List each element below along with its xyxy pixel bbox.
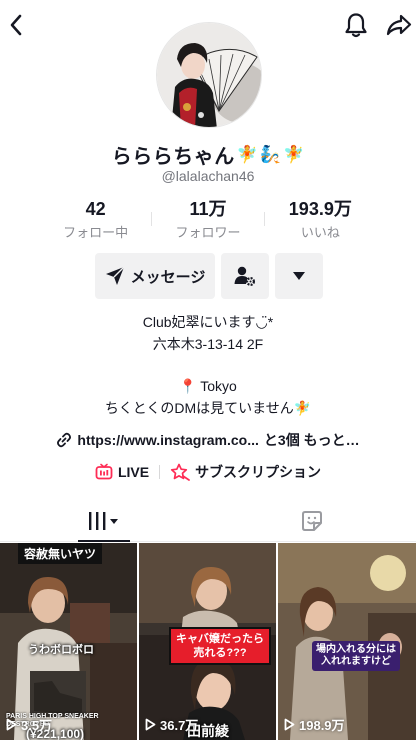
video-caption: キャバ嬢だったら 売れる??? bbox=[169, 627, 271, 665]
notification-bell-button[interactable] bbox=[340, 9, 372, 41]
following-label: フォロー中 bbox=[63, 225, 129, 240]
video-grid: 容赦無いヤツ うわボロボロ PARIS HIGH TOP SNEAKER DES… bbox=[0, 543, 416, 740]
fairy-emoji: 🧚 bbox=[283, 144, 305, 164]
username: @lalalachan46 bbox=[161, 168, 255, 184]
message-button-label: メッセージ bbox=[130, 268, 206, 286]
link-icon bbox=[57, 432, 72, 448]
more-options-button[interactable] bbox=[275, 253, 323, 299]
bio-location-line: 📍 Tokyo bbox=[0, 376, 416, 398]
tab-reposts[interactable] bbox=[208, 500, 416, 541]
bio-location: Tokyo bbox=[200, 378, 237, 394]
likes-label: いいね bbox=[300, 225, 340, 240]
play-icon bbox=[145, 718, 156, 731]
fairy-emoji: 🧚 bbox=[236, 144, 258, 164]
video-caption: 容赦無いヤツ bbox=[18, 543, 103, 564]
followers-stat[interactable]: 11万 フォロワー bbox=[152, 198, 263, 240]
bio-line: ちくとくのDMは見ていません🧚 bbox=[104, 400, 312, 416]
play-icon bbox=[6, 718, 17, 731]
sticker-icon bbox=[302, 510, 322, 531]
share-button[interactable] bbox=[383, 9, 415, 41]
live-label: LIVE bbox=[117, 464, 150, 480]
bell-icon bbox=[345, 13, 367, 38]
subscription-button[interactable]: サブスクリプション bbox=[170, 462, 321, 482]
following-count: 42 bbox=[85, 199, 106, 219]
bio-line: Club妃翠にいます◡̈* bbox=[142, 314, 274, 330]
user-gear-icon bbox=[234, 266, 256, 287]
caret-down-icon bbox=[293, 272, 305, 280]
followers-count: 11万 bbox=[189, 199, 227, 219]
view-count-value: 3.5万 bbox=[21, 718, 53, 733]
back-button[interactable] bbox=[2, 10, 30, 40]
chevron-left-icon bbox=[10, 14, 22, 36]
share-arrow-icon bbox=[386, 14, 412, 36]
live-tv-icon bbox=[95, 463, 113, 480]
following-stat[interactable]: 42 フォロー中 bbox=[40, 198, 151, 240]
video-thumbnail[interactable]: 容赦無いヤツ うわボロボロ PARIS HIGH TOP SNEAKER DES… bbox=[0, 543, 137, 740]
view-count-value: 36.7万 bbox=[160, 718, 199, 733]
profile-stats: 42 フォロー中 11万 フォロワー 193.9万 いいね bbox=[40, 198, 376, 240]
profile-link[interactable]: https://www.instagram.co... と3個 もっと… bbox=[0, 430, 416, 450]
star-subscription-icon bbox=[170, 463, 190, 481]
likes-count: 193.9万 bbox=[288, 199, 352, 219]
subscription-label: サブスクリプション bbox=[195, 464, 322, 480]
link-url: https://www.instagram.co... bbox=[77, 432, 259, 448]
display-name-row: らららちゃん 🧚 🧞 🧚 bbox=[0, 140, 416, 169]
view-count: 198.9万 bbox=[284, 715, 345, 734]
bio-line: 六本木3-13-14 2F bbox=[152, 336, 264, 352]
view-count-value: 198.9万 bbox=[299, 718, 345, 733]
content-tabs bbox=[0, 500, 416, 542]
video-grid-icon bbox=[89, 511, 118, 530]
followers-label: フォロワー bbox=[175, 225, 241, 240]
map-pin-icon: 📍 bbox=[179, 378, 197, 394]
tab-videos[interactable] bbox=[0, 500, 208, 542]
feature-row: LIVE サブスクリプション bbox=[0, 462, 416, 482]
profile-actions: メッセージ bbox=[95, 253, 323, 299]
video-thumbnail[interactable]: キャバ嬢だったら 売れる??? 田前綾 36.7万 bbox=[139, 543, 276, 740]
live-button[interactable]: LIVE bbox=[95, 463, 149, 481]
active-tab-indicator bbox=[78, 540, 130, 542]
view-count: 36.7万 bbox=[145, 715, 198, 734]
view-count: 3.5万 bbox=[6, 715, 52, 734]
profile-avatar[interactable] bbox=[156, 22, 262, 128]
link-more[interactable]: と3個 もっと… bbox=[264, 430, 360, 450]
video-caption: うわボロボロ bbox=[28, 644, 94, 656]
feature-divider bbox=[159, 465, 161, 479]
message-button[interactable]: メッセージ bbox=[95, 253, 215, 299]
video-caption: 場内入れる分には 入れれますけど bbox=[312, 641, 400, 671]
play-icon bbox=[284, 718, 295, 731]
video-thumbnail[interactable]: 場内入れる分には 入れれますけど 198.9万 bbox=[278, 543, 416, 740]
likes-stat[interactable]: 193.9万 いいね bbox=[265, 198, 376, 240]
send-icon bbox=[105, 266, 125, 285]
display-name: らららちゃん bbox=[111, 146, 235, 168]
follow-settings-button[interactable] bbox=[221, 253, 269, 299]
genie-emoji: 🧞 bbox=[259, 144, 282, 164]
profile-bio: Club妃翠にいます◡̈* 六本木3-13-14 2F 📍 Tokyo ちくとく… bbox=[0, 312, 416, 420]
